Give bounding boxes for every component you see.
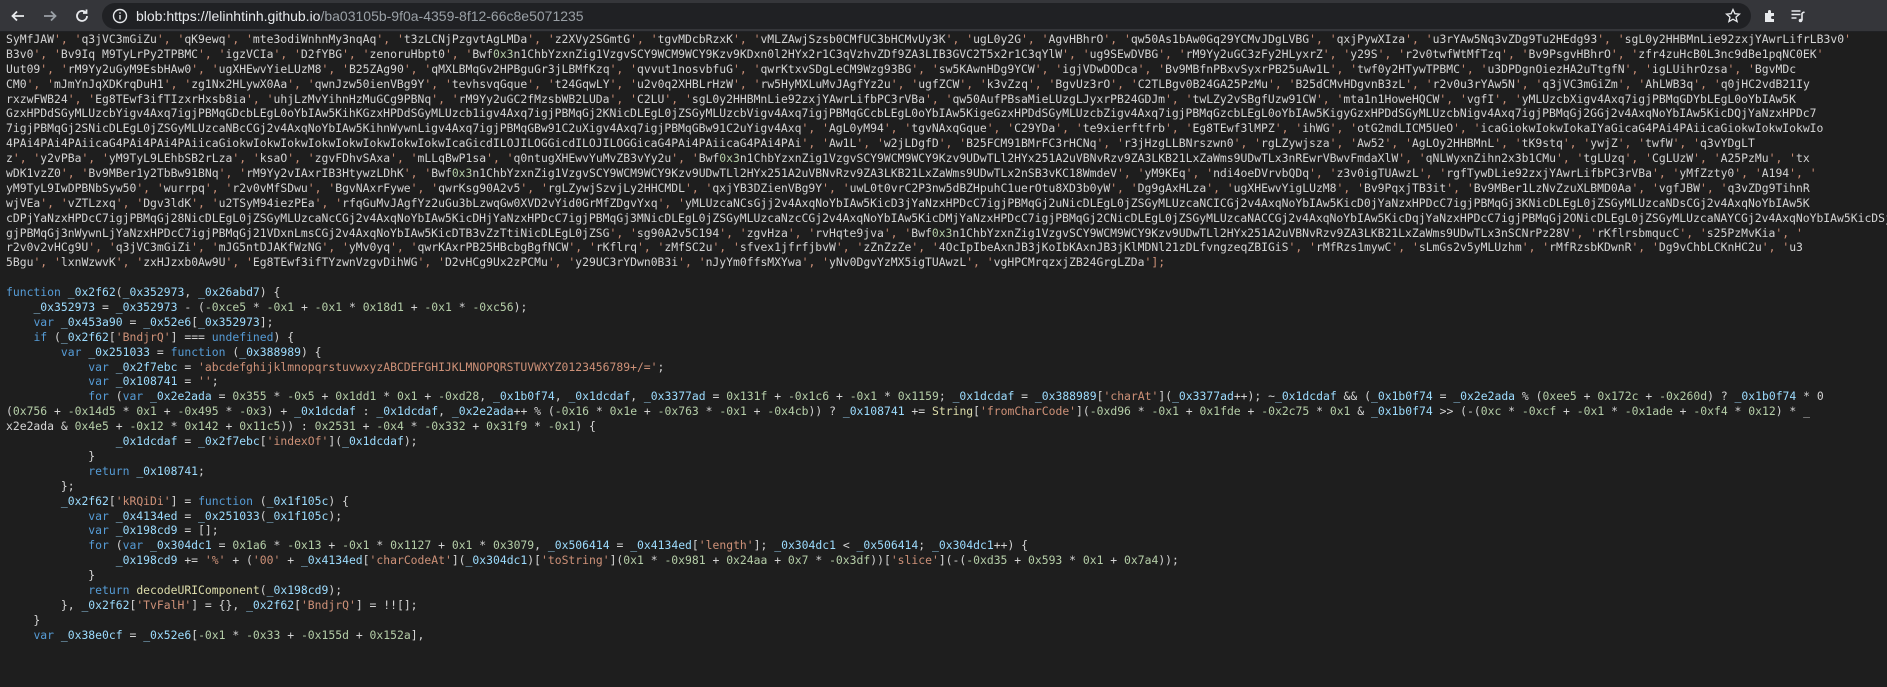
- code-line: (0x756 + -0x14d5 * 0x1 + -0x495 * -0x3) …: [6, 404, 1810, 419]
- code-line: }: [6, 612, 41, 627]
- code-line: wjVEa', 'vZTLzxq', 'Dgv3ldK', 'u2TSyM94i…: [6, 195, 1810, 210]
- arrow-right-icon: [44, 10, 57, 21]
- address-bar[interactable]: blob:https://lelinhtinh.github.io/ba0310…: [102, 2, 1751, 29]
- code-line: GzxHPDdSGyMLUzcbYigv4Axq7igjPBMqGDcbLEgL…: [6, 106, 1817, 121]
- code-line: _0x1dcdaf = _0x2f7ebc['indexOf'](_0x1dcd…: [115, 434, 418, 449]
- browser-toolbar: blob:https://lelinhtinh.github.io/ba0310…: [0, 0, 1887, 32]
- code-line: SyMfJAW', 'q3jVC3mGiZu', 'qK9ewq', 'mte3…: [6, 32, 1851, 46]
- code-line: if (_0x2f62['BndjrQ'] === undefined) {: [33, 329, 295, 344]
- code-line: return decodeURIComponent(_0x198cd9);: [88, 582, 343, 597]
- reload-icon: [76, 9, 88, 22]
- code-line: 7igjPBMqGj2SNicDLEgL0jZSGyMLUzcaNBcCGj2v…: [6, 121, 1824, 136]
- media-controls-button[interactable]: [1789, 7, 1807, 25]
- arrow-left-icon: [11, 10, 24, 21]
- url-path: /ba03105b-9f0a-4359-8f12-66c8e5071235: [320, 7, 584, 24]
- code-line: var _0x38e0cf = _0x52e6[-0x1 * -0x33 + -…: [33, 627, 425, 642]
- code-line: B3v0', 'Bv9Iq M9TyLrPy2TPBMC', 'igzVCIa'…: [6, 46, 1824, 61]
- code-line: r2v0v2vHCg9U', 'q3jVC3mGiZi', 'mJG5ntDJA…: [6, 240, 1803, 255]
- code-line: wDK1vzZ0', 'Bv9MBer1y2TbBw91BNq', 'rM9Yy…: [6, 166, 1817, 181]
- bookmark-star-icon[interactable]: [1725, 7, 1741, 24]
- code-line: z', 'y2vPBa', 'yM9TyL9LEhbSB2rLza', 'ksa…: [6, 151, 1810, 166]
- code-line: }: [6, 448, 96, 463]
- code-line: Uut09', 'rM9Yy2uGyM9EsbHAw0', 'ugXHEwvYi…: [6, 61, 1797, 76]
- code-line: }: [6, 568, 96, 583]
- code-line: };: [6, 478, 75, 493]
- code-line: }, _0x2f62['TvFalH'] = {}, _0x2f62['Bndj…: [6, 597, 418, 612]
- code-line: var _0x251033 = function (_0x388989) {: [60, 344, 322, 359]
- code-line: cDPjYaNzxHPDcC7igjPBMqGj28NicDLEgL0jZSGy…: [6, 210, 1887, 225]
- reload-button[interactable]: [68, 2, 96, 30]
- code-line: for (var _0x2e2ada = 0x355 * -0x5 + 0x1d…: [88, 389, 1824, 404]
- code-line: function _0x2f62(_0x352973, _0x26abd7) {: [6, 285, 281, 300]
- code-line: var _0x453a90 = _0x52e6[_0x352973];: [33, 314, 274, 329]
- url-text[interactable]: blob:https://lelinhtinh.github.io/ba0310…: [136, 8, 1717, 24]
- site-info-icon[interactable]: [112, 8, 128, 24]
- url-host: blob:https://lelinhtinh.github.io: [136, 7, 321, 24]
- back-button[interactable]: [4, 2, 32, 30]
- code-line: _0x2f62['kRQiDi'] = function (_0x1f105c)…: [60, 493, 349, 508]
- code-line: CM0', 'mJmYnJqXDKrqDuH1', 'zg1Nx2HLywX0A…: [6, 76, 1810, 91]
- code-line: yM9TyL9IwDPBNbSyw50', 'wurrpq', 'r2v0vMf…: [6, 180, 1810, 195]
- code-line: 5Bgu', 'lxnWzwvK', 'zxHJzxb0Aw9U', 'Eg8T…: [6, 255, 1166, 270]
- code-line: for (var _0x304dc1 = 0x1a6 * -0x13 + -0x…: [88, 538, 1029, 553]
- code-line: var _0x108741 = '';: [88, 374, 219, 389]
- puzzle-icon: [1765, 9, 1774, 22]
- code-line: var _0x4134ed = _0x251033(_0x1f105c);: [88, 508, 343, 523]
- code-line: var _0x198cd9 = [];: [88, 523, 219, 538]
- code-line: return _0x108741;: [88, 463, 205, 478]
- code-line: _0x352973 = _0x352973 - (-0xce5 * -0x1 +…: [33, 300, 528, 315]
- code-line: rxzwFWB24', 'Eg8TEwf3ifTIzxrHxsb8ia', 'u…: [6, 91, 1797, 106]
- code-line: x2e2ada & 0x4e5 + -0x12 * 0x142 + 0x11c5…: [6, 419, 596, 434]
- code-line: _0x198cd9 += '%' + ('00' + _0x4134ed['ch…: [115, 553, 1179, 568]
- extension-toolbar: [1761, 7, 1807, 25]
- playlist-icon: [1791, 9, 1805, 22]
- source-code-view: SyMfJAW', 'q3jVC3mGiZu', 'qK9ewq', 'mte3…: [0, 32, 1887, 687]
- code-line: gjPBMqGj3nWywnLjYaNzxHPDcC7igjPBMqGj21VD…: [6, 225, 1803, 240]
- code-line: var _0x2f7ebc = 'abcdefghijklmnopqrstuvw…: [88, 359, 665, 374]
- code-line: 4PAi4PAi4PAiicaG4PAi4PAi4PAiicaGiokwIokw…: [6, 136, 1755, 151]
- forward-button[interactable]: [36, 2, 64, 30]
- extensions-button[interactable]: [1761, 7, 1779, 25]
